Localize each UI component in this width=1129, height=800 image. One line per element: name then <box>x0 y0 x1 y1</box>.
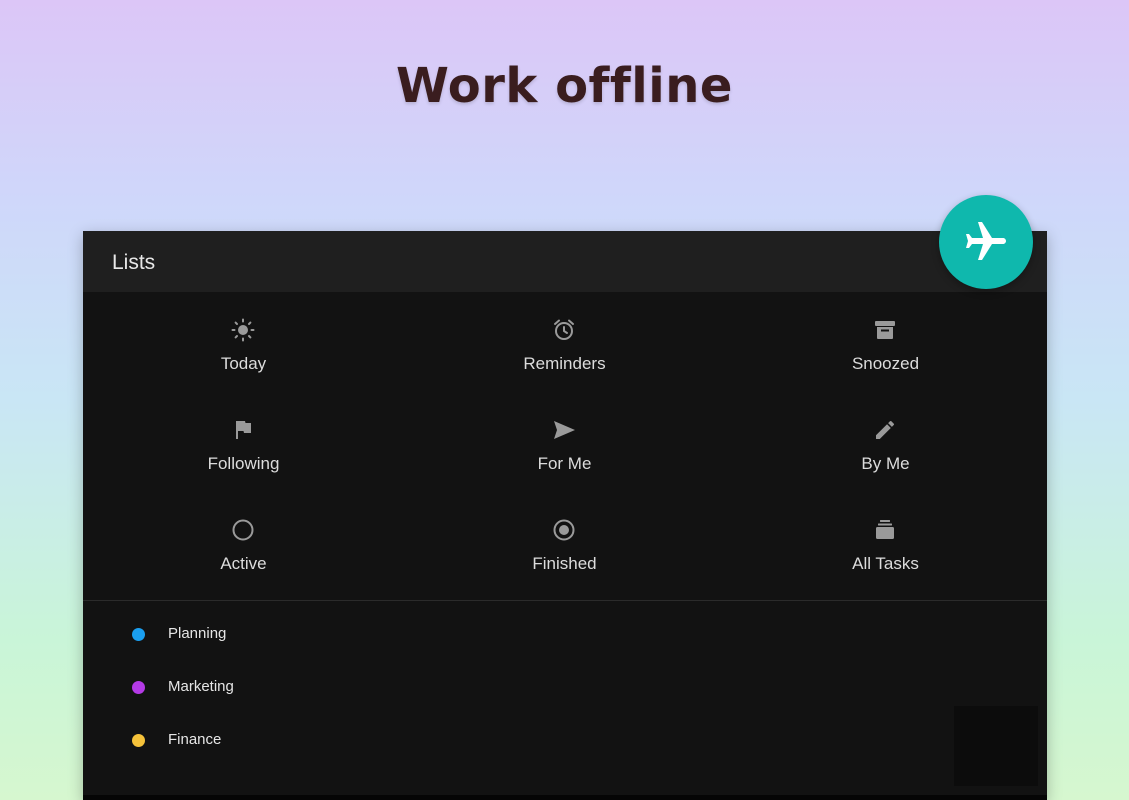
sun-icon <box>231 318 255 342</box>
list-tile-label: Active <box>220 554 267 573</box>
radio-checked-icon <box>553 519 575 541</box>
list-tile-finished[interactable]: Finished <box>404 492 725 592</box>
list-tile-label: Snoozed <box>851 354 920 373</box>
list-tile-label: By Me <box>861 454 910 473</box>
archive-box-icon <box>875 321 895 339</box>
panel-title: Lists <box>112 251 156 274</box>
category-label: Marketing <box>168 678 234 695</box>
list-tile-following[interactable]: Following <box>83 392 404 492</box>
category-color-dot <box>132 681 145 694</box>
category-item-planning[interactable]: Planning <box>83 612 1047 656</box>
airplane-icon <box>966 222 1006 260</box>
headline: Work offline <box>396 58 733 114</box>
list-tile-today[interactable]: Today <box>83 292 404 392</box>
stack-icon <box>876 520 894 539</box>
section-divider <box>83 600 1047 601</box>
list-tile-reminders[interactable]: Reminders <box>404 292 725 392</box>
category-label: Finance <box>168 731 222 748</box>
list-tile-active[interactable]: Active <box>83 492 404 592</box>
list-tile-label: Finished <box>532 554 597 573</box>
circle-outline-icon <box>232 519 254 541</box>
flag-icon <box>236 421 251 439</box>
panel-bottom-edge <box>83 795 1047 800</box>
list-tile-for-me[interactable]: For Me <box>404 392 725 492</box>
offline-mode-button[interactable] <box>939 195 1033 289</box>
lists-panel: Lists Today Reminders Snoozed Following … <box>83 231 1047 800</box>
list-tile-snoozed[interactable]: Snoozed <box>725 292 1046 392</box>
list-tile-all-tasks[interactable]: All Tasks <box>725 492 1046 592</box>
corner-shade <box>954 706 1038 786</box>
send-arrow-icon <box>554 421 575 439</box>
list-tile-label: Following <box>207 454 280 473</box>
list-tile-label: All Tasks <box>852 554 919 573</box>
pencil-icon <box>876 420 894 439</box>
list-tile-label: Today <box>220 354 267 373</box>
list-tile-label: For Me <box>537 454 592 473</box>
alarm-clock-icon <box>554 319 574 340</box>
category-item-finance[interactable]: Finance <box>83 718 1047 762</box>
panel-header: Lists <box>83 231 1047 292</box>
list-tile-by-me[interactable]: By Me <box>725 392 1046 492</box>
category-color-dot <box>132 628 145 641</box>
quick-lists-grid: Today Reminders Snoozed Following For Me… <box>83 292 1047 600</box>
category-color-dot <box>132 734 145 747</box>
category-label: Planning <box>168 625 227 642</box>
list-tile-label: Reminders <box>523 354 606 373</box>
category-item-marketing[interactable]: Marketing <box>83 665 1047 709</box>
